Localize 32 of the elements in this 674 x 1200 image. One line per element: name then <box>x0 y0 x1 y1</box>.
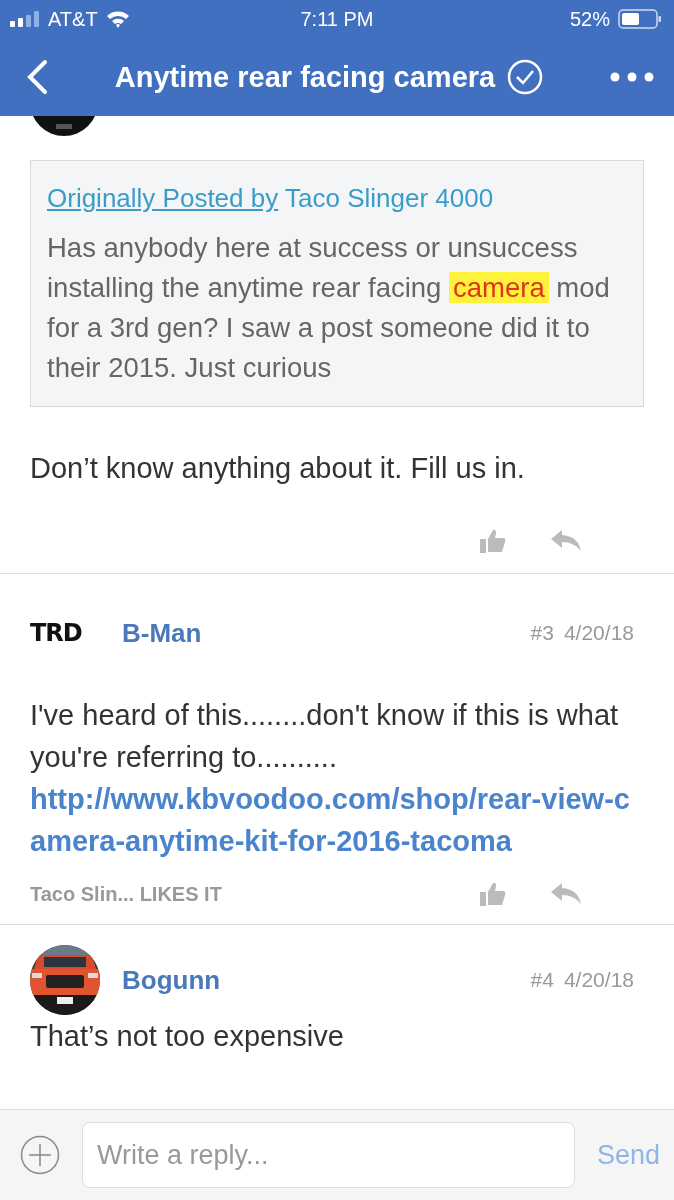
send-button[interactable]: Send <box>596 1139 660 1171</box>
post-date: 4/20/18 <box>563 968 634 992</box>
quote-author: Taco Slinger 4000 <box>285 183 494 213</box>
post-number: #3 <box>530 621 554 645</box>
post-link[interactable]: http://www.kbvoodoo.com/shop/rear-view-camera-anytime-kit-for-2016-tacoma <box>30 778 644 862</box>
brand-logo: TRD <box>30 619 83 647</box>
originally-posted-link[interactable]: Originally Posted by <box>47 183 279 213</box>
author-name[interactable]: Bogunn <box>122 964 531 996</box>
back-button[interactable] <box>26 59 48 95</box>
thread-title: Anytime rear facing camera <box>114 60 496 94</box>
post-text: I've heard of this........don't know if this is what you're referring to.......... http://www.kbvoodoo.com/shop/rear-view-camera-anytime-kit-for-2016-tacoma <box>30 694 644 862</box>
more-button[interactable] <box>610 72 654 82</box>
clock-time: 7:11 PM <box>300 7 374 31</box>
post-text: That’s not too expensive <box>30 1019 345 1053</box>
post-date: 4/20/18 <box>563 621 634 645</box>
battery-icon <box>618 9 662 29</box>
signal-icon <box>10 11 40 27</box>
thumbs-up-icon[interactable] <box>480 882 506 906</box>
post-number: #4 <box>530 968 554 992</box>
battery-percent: 52% <box>569 7 610 31</box>
quote-text: Has anybody here at success or unsuccess installing the anytime rear facing camera mod for a 3rd gen? I saw a post someone did it to their 2015. Just curious <box>47 231 611 385</box>
reply-icon[interactable] <box>550 882 582 906</box>
thumbs-up-icon[interactable] <box>480 529 506 553</box>
carrier-name: AT&T <box>48 7 98 31</box>
wifi-icon <box>105 10 130 28</box>
author-name[interactable]: B-Man <box>122 617 531 649</box>
likes-text: Taco Slin... LIKES IT <box>30 882 223 906</box>
reply-input[interactable]: Write a reply... <box>82 1122 575 1188</box>
reply-icon[interactable] <box>550 529 582 553</box>
add-button[interactable] <box>20 1135 60 1175</box>
post-text: Don’t know anything about it. Fill us in. <box>30 451 526 486</box>
check-circle-icon[interactable] <box>507 59 544 95</box>
